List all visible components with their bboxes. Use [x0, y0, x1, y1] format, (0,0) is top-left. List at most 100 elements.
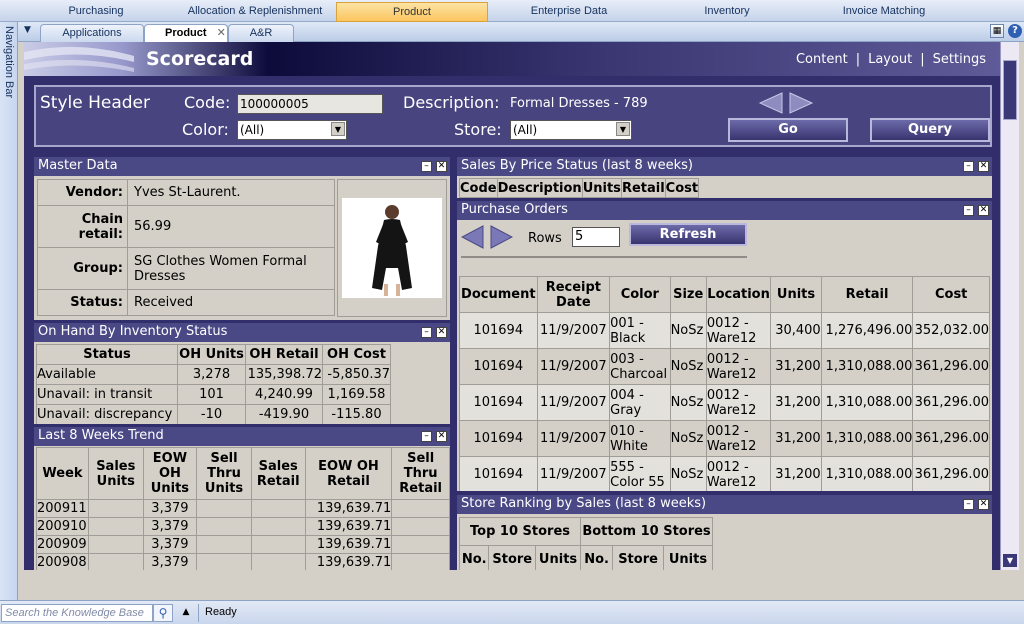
scrollbar-thumb[interactable] [1003, 60, 1017, 120]
prev-next-page-icon[interactable] [461, 225, 513, 249]
module-tab-bar: Purchasing Allocation & Replenishment Pr… [0, 0, 1024, 22]
table-cell: -5,850.37 [322, 364, 391, 385]
table-cell: Available [36, 364, 178, 385]
minimize-icon[interactable]: – [963, 499, 974, 510]
module-tab-inventory[interactable]: Inventory [676, 2, 778, 22]
master-data-title: Master Data [38, 158, 118, 173]
close-icon[interactable]: ✕ [978, 499, 989, 510]
close-icon[interactable]: ✕ [217, 27, 226, 39]
table-cell [196, 517, 252, 536]
chevron-down-icon: ▼ [331, 122, 345, 136]
help-icon[interactable]: ? [1008, 24, 1022, 38]
table-row[interactable]: 101694 11/9/2007 003 - Charcoal NoSz 0012 - … [459, 348, 990, 385]
close-icon[interactable]: ✕ [978, 205, 989, 216]
master-data-title-bar: Master Data – ✕ [34, 157, 450, 176]
table-cell: NoSz [669, 312, 707, 349]
table-cell: 11/9/2007 [536, 384, 611, 421]
divider [198, 604, 199, 622]
knowledge-base-search-input[interactable]: Search the Knowledge Base [1, 604, 153, 622]
table-cell [250, 553, 306, 570]
close-icon[interactable]: ✕ [436, 161, 447, 172]
table-cell: 31,200 [770, 384, 822, 421]
table-row: 200910 3,379 139,639.71 [36, 517, 450, 536]
table-cell: -115.80 [322, 404, 391, 424]
chevron-down-icon: ▼ [616, 122, 630, 136]
navigation-bar[interactable]: Navigation Bar [0, 22, 18, 600]
table-cell: 361,296.00 [912, 384, 990, 421]
minimize-icon[interactable]: – [963, 205, 974, 216]
table-row: Status: Received [37, 289, 335, 316]
table-cell: 1,310,088.00 [820, 348, 914, 385]
tab-product[interactable]: Product ✕ [144, 24, 228, 42]
module-tab-allocation[interactable]: Allocation & Replenishment [175, 2, 335, 22]
table-cell [87, 535, 144, 554]
tab-menu-arrow-icon[interactable]: ▼ [24, 25, 31, 35]
table-cell: 30,400 [770, 312, 822, 349]
table-cell: 352,032.00 [912, 312, 990, 349]
column-header: Units [770, 276, 822, 313]
minimize-icon[interactable]: – [421, 161, 432, 172]
table-cell: 31,200 [770, 348, 822, 385]
search-icon[interactable]: ⚲ [153, 604, 173, 622]
layout-link[interactable]: Layout [868, 52, 912, 67]
chevron-up-icon[interactable]: ▲ [176, 604, 196, 622]
table-cell: 1,310,088.00 [820, 456, 914, 491]
table-cell: 139,639.71 [304, 517, 393, 536]
refresh-button[interactable]: Refresh [629, 223, 747, 246]
store-select[interactable]: (All) ▼ [510, 120, 632, 140]
chain-retail-label: Chain retail: [37, 205, 128, 248]
prev-next-arrows-icon[interactable] [758, 92, 816, 114]
rows-input[interactable]: 5 [572, 227, 620, 247]
trend-panel: Last 8 Weeks Trend – ✕ Week Sales Units … [34, 427, 450, 570]
table-cell [250, 499, 306, 518]
table-row[interactable]: 101694 11/9/2007 004 - Gray NoSz 0012 - Ware… [459, 384, 990, 421]
close-icon[interactable]: ✕ [436, 431, 447, 442]
module-tab-purchasing[interactable]: Purchasing [40, 2, 152, 22]
vendor-label: Vendor: [37, 179, 128, 206]
query-button[interactable]: Query [870, 118, 990, 142]
table-cell: 0012 - Ware12 [705, 384, 772, 421]
minimize-icon[interactable]: – [963, 161, 974, 172]
code-input[interactable]: 100000005 [237, 94, 383, 114]
table-cell: 001 - Black [609, 312, 671, 349]
color-select[interactable]: (All) ▼ [237, 120, 347, 140]
table-cell: 361,296.00 [912, 348, 990, 385]
store-label: Store: [454, 120, 502, 139]
column-header: Retail [820, 276, 914, 313]
table-cell [250, 517, 306, 536]
minimize-icon[interactable]: – [421, 327, 432, 338]
minimize-icon[interactable]: – [421, 431, 432, 442]
vertical-scrollbar[interactable]: ▼ [1000, 42, 1019, 570]
tab-ar[interactable]: A&R [228, 24, 294, 42]
table-cell [87, 553, 144, 570]
close-icon[interactable]: ✕ [978, 161, 989, 172]
tab-applications[interactable]: Applications [40, 24, 144, 42]
table-cell: 101694 [459, 384, 538, 421]
column-header: Size [669, 276, 707, 313]
column-header: Sales Retail [250, 447, 306, 500]
content-link[interactable]: Content [796, 52, 848, 67]
module-tab-invoice-matching[interactable]: Invoice Matching [820, 2, 948, 22]
settings-link[interactable]: Settings [933, 52, 986, 67]
table-row[interactable]: 101694 11/9/2007 555 - Color 55 NoSz 0012 - … [459, 456, 990, 491]
table-cell: 361,296.00 [912, 456, 990, 491]
go-button[interactable]: Go [728, 118, 848, 142]
module-tab-enterprise-data[interactable]: Enterprise Data [506, 2, 632, 22]
layout-grid-icon[interactable]: ▦ [990, 24, 1004, 38]
on-hand-panel: On Hand By Inventory Status – ✕ Status O… [34, 323, 450, 424]
status-label: Status: [37, 289, 128, 316]
scroll-down-icon[interactable]: ▼ [1003, 554, 1017, 567]
scorecard-banner: Scorecard Content | Layout | Settings [24, 42, 1000, 76]
trend-table: Week Sales Units EOW OH Units Sell Thru … [36, 447, 450, 570]
table-cell: 200911 [36, 499, 89, 518]
scorecard-frame: Scorecard Content | Layout | Settings Style … [24, 42, 1000, 570]
table-row[interactable]: 101694 11/9/2007 010 - White NoSz 0012 - War… [459, 420, 990, 457]
column-header: Description [496, 178, 583, 198]
table-cell: 101 [177, 384, 246, 405]
store-ranking-title-bar: Store Ranking by Sales (last 8 weeks) – … [457, 495, 992, 514]
on-hand-table: Status OH Units OH Retail OH Cost Availa… [36, 344, 391, 424]
table-cell: 31,200 [770, 456, 822, 491]
module-tab-product[interactable]: Product [336, 2, 488, 22]
table-row[interactable]: 101694 11/9/2007 001 - Black NoSz 0012 - War… [459, 312, 990, 349]
close-icon[interactable]: ✕ [436, 327, 447, 338]
